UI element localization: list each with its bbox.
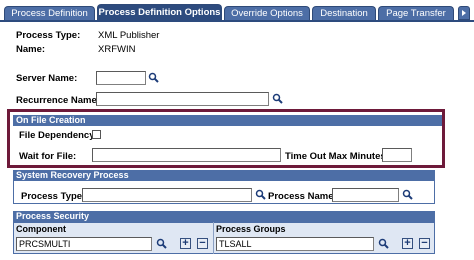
process-groups-column-header: Process Groups [216,224,286,234]
highlight-frame [7,109,445,168]
recovery-process-name-lookup-icon[interactable] [402,189,413,200]
process-group-lookup-icon[interactable] [378,238,389,249]
process-security-header: Process Security [13,211,435,222]
component-input[interactable]: PRCSMULTI [16,237,152,251]
grid-column-divider [213,222,214,254]
recovery-process-type-input[interactable] [82,188,252,202]
process-group-delete-row-button[interactable]: − [419,238,430,249]
process-group-add-row-button[interactable]: + [402,238,413,249]
component-add-row-button[interactable]: + [180,238,191,249]
tab-underline [0,20,474,22]
recurrence-name-lookup-icon[interactable] [272,93,283,104]
component-delete-row-button[interactable]: − [197,238,208,249]
tab-destination[interactable]: Destination [312,6,376,21]
process-type-value: XML Publisher [98,30,160,41]
server-name-lookup-icon[interactable] [148,72,159,83]
recovery-process-name-label: Process Name: [268,191,337,202]
process-group-input[interactable]: TLSALL [216,237,374,251]
name-value: XRFWIN [98,44,136,55]
name-label: Name: [16,44,46,55]
recovery-process-type-lookup-icon[interactable] [255,189,266,200]
tab-page-transfer[interactable]: Page Transfer [378,6,454,21]
process-type-label: Process Type: [16,30,81,41]
tab-override-options[interactable]: Override Options [224,6,310,21]
recovery-process-type-label: Process Type: [21,191,86,202]
server-name-label: Server Name: [16,73,78,84]
recurrence-name-label: Recurrence Name: [16,95,100,106]
server-name-input[interactable] [96,71,146,85]
recurrence-name-input[interactable] [96,92,269,106]
tab-process-definition-options[interactable]: Process Definition Options [97,4,222,21]
tab-process-definition[interactable]: Process Definition [4,6,95,21]
component-lookup-icon[interactable] [156,238,167,249]
system-recovery-header: System Recovery Process [13,170,435,181]
component-column-header: Component [16,224,66,234]
recovery-process-name-input[interactable] [332,188,399,202]
tab-scroll-right-icon[interactable] [458,6,470,20]
